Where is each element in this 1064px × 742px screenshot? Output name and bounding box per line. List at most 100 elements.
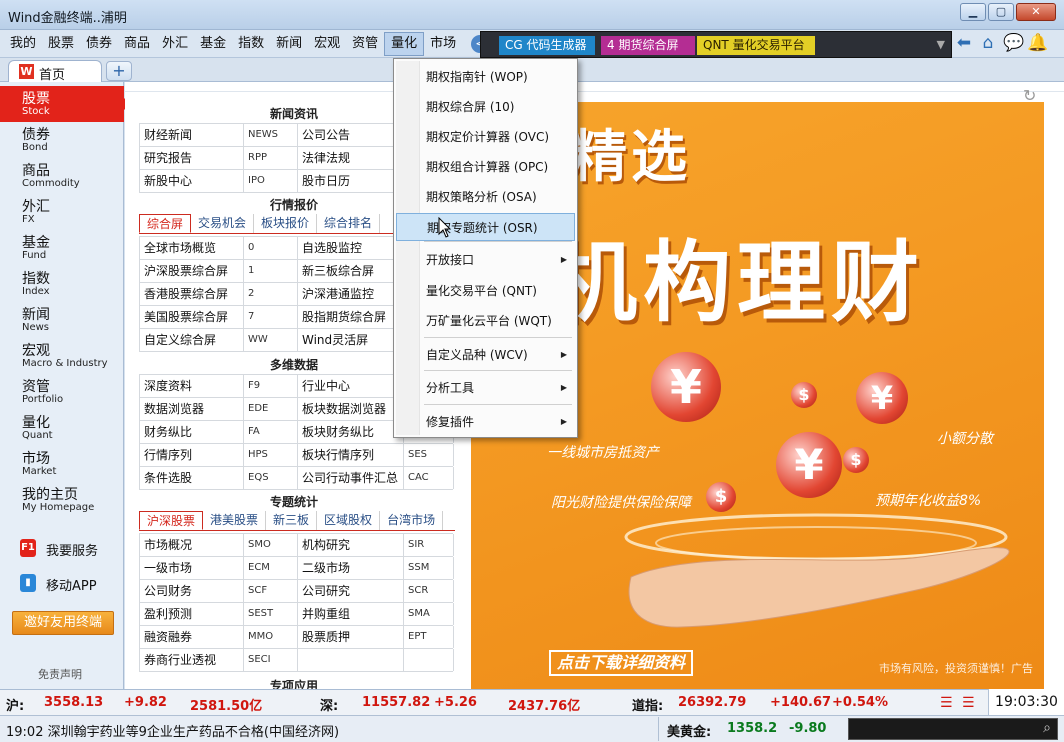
sidebar-item-portfolio[interactable]: 资管 Portfolio — [0, 374, 124, 410]
sidebar-item-commodity[interactable]: 商品 Commodity — [0, 158, 124, 194]
function-link[interactable]: 深度资料 — [140, 375, 244, 397]
sidebar-item-fx[interactable]: 外汇 FX — [0, 194, 124, 230]
function-link[interactable]: Wind灵活屏 — [298, 329, 404, 351]
dropdown-item[interactable]: 期权组合计算器 (OPC) — [396, 153, 575, 181]
tab-home[interactable]: W 首页 — [8, 60, 102, 83]
dropdown-item[interactable]: 量化交易平台 (QNT) — [396, 277, 575, 305]
service-button[interactable]: F1 我要服务 — [16, 537, 122, 559]
list-icon[interactable]: ☰ — [940, 695, 953, 711]
function-link[interactable]: 数据浏览器 — [140, 398, 244, 420]
function-link[interactable]: 券商行业透视 — [140, 649, 244, 671]
function-link[interactable]: 板块财务纵比 — [298, 421, 404, 443]
chat-icon[interactable]: 💬 — [1003, 33, 1024, 53]
dropdown-item[interactable]: 期权定价计算器 (OVC) — [396, 123, 575, 151]
maximize-button[interactable]: ▢ — [988, 3, 1014, 21]
arrow-left-icon[interactable]: ⬅ — [955, 33, 973, 53]
tab-stats-4[interactable]: 台湾市场 — [380, 511, 444, 530]
dropdown-item[interactable]: 开放接口 ▶ — [396, 246, 575, 274]
tab-quotes-2[interactable]: 板块报价 — [254, 214, 318, 233]
sidebar-item-index[interactable]: 指数 Index — [0, 266, 124, 302]
menu-fx[interactable]: 外汇 — [156, 30, 194, 58]
function-link[interactable]: 香港股票综合屏 — [140, 283, 244, 305]
function-link[interactable]: 二级市场 — [298, 557, 404, 579]
tab-quotes-1[interactable]: 交易机会 — [191, 214, 255, 233]
disclaimer-link[interactable]: 免责声明 — [38, 666, 82, 682]
dropdown-item[interactable]: 万矿量化云平台 (WQT) — [396, 307, 575, 335]
function-link[interactable] — [298, 649, 404, 671]
bell-icon[interactable]: 🔔 — [1027, 33, 1048, 53]
tab-stats-3[interactable]: 区域股权 — [317, 511, 381, 530]
menu-stock[interactable]: 股票 — [42, 30, 80, 58]
menu-macro[interactable]: 宏观 — [308, 30, 346, 58]
function-link[interactable]: 盈利预测 — [140, 603, 244, 625]
quick-futures-button[interactable]: 4 期货综合屏 — [601, 36, 695, 55]
menu-quant[interactable]: 量化 — [384, 32, 425, 56]
menu-index[interactable]: 指数 — [232, 30, 270, 58]
home-icon[interactable]: ⌂ — [979, 33, 997, 53]
function-link[interactable]: 财务纵比 — [140, 421, 244, 443]
function-link[interactable]: 新三板综合屏 — [298, 260, 404, 282]
dropdown-item[interactable]: 分析工具 ▶ — [396, 374, 575, 402]
function-link[interactable]: 行情序列 — [140, 444, 244, 466]
function-link[interactable]: 自定义综合屏 — [140, 329, 244, 351]
menu-bond[interactable]: 债券 — [80, 30, 118, 58]
sidebar-item-macro[interactable]: 宏观 Macro & Industry — [0, 338, 124, 374]
menu-portfolio[interactable]: 资管 — [346, 30, 384, 58]
minimize-button[interactable]: ▁ — [960, 3, 986, 21]
function-link[interactable]: 机构研究 — [298, 534, 404, 556]
function-link[interactable]: 一级市场 — [140, 557, 244, 579]
dropdown-item[interactable]: 期权策略分析 (OSA) — [396, 183, 575, 211]
menu-fund[interactable]: 基金 — [194, 30, 232, 58]
function-link[interactable]: 融资融券 — [140, 626, 244, 648]
chevron-down-icon[interactable]: ▼ — [937, 38, 945, 51]
menu-commodity[interactable]: 商品 — [118, 30, 156, 58]
quick-cg-button[interactable]: CG 代码生成器 — [499, 36, 595, 55]
add-tab-button[interactable]: + — [106, 61, 132, 81]
menu-mine[interactable]: 我的 — [4, 30, 42, 58]
command-search-input[interactable]: ⌕ — [848, 718, 1058, 740]
function-link[interactable]: 全球市场概览 — [140, 237, 244, 259]
sidebar-item-homepage[interactable]: 我的主页 My Homepage — [0, 482, 124, 518]
sidebar-item-news[interactable]: 新闻 News — [0, 302, 124, 338]
sidebar-item-market[interactable]: 市场 Market — [0, 446, 124, 482]
dropdown-item[interactable]: 期权专题统计 (OSR) — [396, 213, 575, 241]
invite-friends-button[interactable]: 邀好友用终端 — [12, 611, 114, 635]
dropdown-item[interactable]: 自定义品种 (WCV) ▶ — [396, 341, 575, 369]
list-icon[interactable]: ☰ — [962, 695, 975, 711]
mobile-app-button[interactable]: ▮ 移动APP — [16, 572, 122, 594]
sidebar-item-fund[interactable]: 基金 Fund — [0, 230, 124, 266]
sidebar-item-bond[interactable]: 债券 Bond — [0, 122, 124, 158]
function-link[interactable]: 公司研究 — [298, 580, 404, 602]
function-link[interactable]: 财经新闻 — [140, 124, 244, 146]
function-link[interactable]: 板块行情序列 — [298, 444, 404, 466]
function-link[interactable]: 研究报告 — [140, 147, 244, 169]
function-link[interactable]: 行业中心 — [298, 375, 404, 397]
dropdown-item[interactable]: 期权综合屏 (10) — [396, 93, 575, 121]
function-link[interactable]: 法律法规 — [298, 147, 404, 169]
function-link[interactable]: 沪深股票综合屏 — [140, 260, 244, 282]
refresh-icon[interactable]: ↻ — [1023, 86, 1036, 105]
tab-quotes-3[interactable]: 综合排名 — [317, 214, 381, 233]
tab-stats-1[interactable]: 港美股票 — [203, 511, 267, 530]
tab-quotes-0[interactable]: 综合屏 — [139, 214, 192, 233]
dropdown-item[interactable]: 期权指南针 (WOP) — [396, 63, 575, 91]
menu-news[interactable]: 新闻 — [270, 30, 308, 58]
function-link[interactable]: 条件选股 — [140, 467, 244, 489]
search-icon[interactable]: ⌕ — [1043, 720, 1051, 736]
close-button[interactable]: ✕ — [1016, 3, 1056, 21]
function-link[interactable]: 股票质押 — [298, 626, 404, 648]
dropdown-item[interactable]: 修复插件 ▶ — [396, 408, 575, 436]
function-link[interactable]: 自选股监控 — [298, 237, 404, 259]
function-link[interactable]: 股指期货综合屏 — [298, 306, 404, 328]
menu-market[interactable]: 市场 — [424, 30, 462, 58]
function-link[interactable]: 并购重组 — [298, 603, 404, 625]
sidebar-item-quant[interactable]: 量化 Quant — [0, 410, 124, 446]
function-link[interactable]: 股市日历 — [298, 170, 404, 192]
function-link[interactable]: 公司财务 — [140, 580, 244, 602]
function-link[interactable]: 美国股票综合屏 — [140, 306, 244, 328]
function-link[interactable]: 新股中心 — [140, 170, 244, 192]
function-link[interactable]: 沪深港通监控 — [298, 283, 404, 305]
tab-stats-0[interactable]: 沪深股票 — [139, 511, 204, 530]
tab-stats-2[interactable]: 新三板 — [266, 511, 318, 530]
download-cta-button[interactable]: 点击下载详细资料 — [549, 650, 694, 676]
